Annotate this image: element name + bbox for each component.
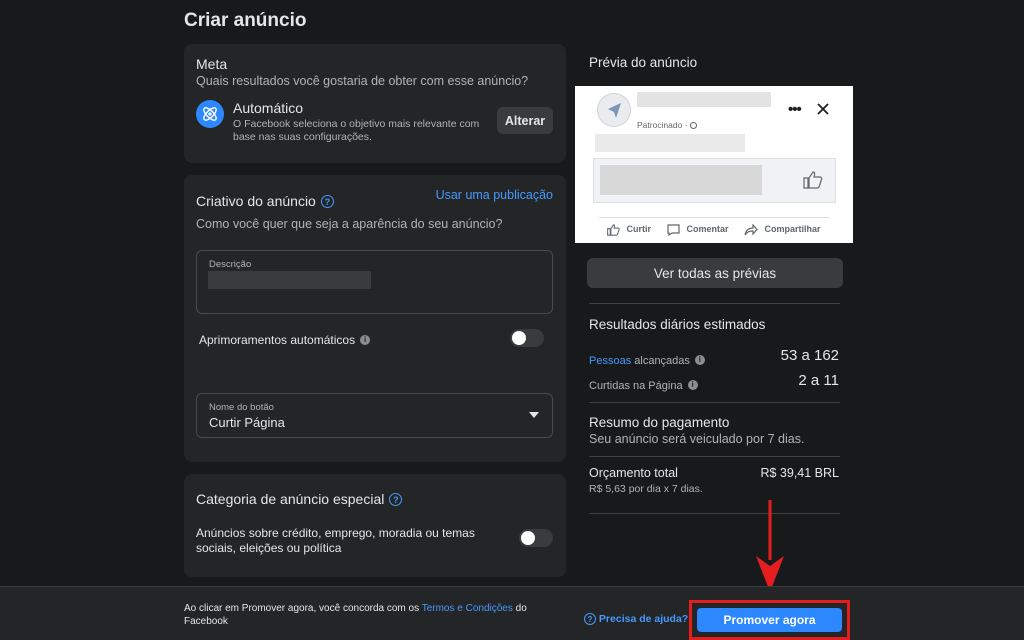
button-name-label: Nome do botão (209, 402, 274, 413)
special-category-toggle[interactable] (519, 529, 553, 547)
payment-subtitle: Seu anúncio será veiculado por 7 dias. (589, 432, 805, 446)
special-category-title: Categoria de anúncio especial (196, 491, 385, 507)
likes-row: Curtidas na Página i (589, 376, 698, 394)
ad-media (593, 158, 836, 203)
reach-value: 53 a 162 (780, 347, 839, 364)
auto-enhance-toggle[interactable] (510, 329, 544, 347)
results-title: Resultados diários estimados (589, 317, 766, 332)
preview-like-action[interactable]: Curtir (607, 224, 651, 236)
description-label: Descrição (209, 259, 252, 270)
meta-question: Quais resultados você gostaria de obter … (196, 74, 529, 88)
annotation-arrow-icon (752, 500, 788, 596)
auto-enhance-label: Aprimoramentos automáticos (199, 333, 356, 347)
media-text-blurred (600, 165, 762, 195)
ad-preview: Patrocinado · ••• Curtir Comentar Compar… (575, 86, 853, 243)
special-category-title-row: Categoria de anúncio especial? (196, 491, 403, 509)
preview-divider (599, 217, 829, 218)
footer-bar: Ao clicar em Promover agora, você concor… (0, 586, 1024, 640)
payment-title: Resumo do pagamento (589, 415, 730, 430)
help-icon[interactable]: ? (320, 195, 334, 209)
special-category-desc-line-1: Anúncios sobre crédito, emprego, moradia… (196, 526, 475, 540)
change-objective-button[interactable]: Alterar (497, 107, 553, 134)
chevron-down-icon (529, 412, 539, 418)
creative-question: Como você quer que seja a aparência do s… (196, 217, 503, 231)
page-avatar (597, 93, 631, 127)
divider (589, 402, 840, 403)
atom-icon (196, 100, 224, 128)
page-name-blurred (637, 92, 771, 107)
terms-link[interactable]: Termos e Condições (422, 603, 513, 614)
globe-icon (689, 122, 697, 130)
info-icon[interactable]: i (687, 379, 698, 390)
special-category-desc-line-2: sociais, eleições ou política (196, 541, 342, 555)
use-post-link[interactable]: Usar uma publicação (436, 188, 553, 202)
budget-value: R$ 39,41 BRL (760, 466, 839, 480)
help-icon[interactable]: ? (389, 493, 403, 507)
reach-label: alcançadas (631, 355, 690, 367)
promote-now-button[interactable]: Promover agora (697, 608, 842, 632)
budget-detail: R$ 5,63 por dia x 7 dias. (589, 483, 703, 495)
close-icon[interactable] (816, 102, 830, 121)
auto-enhance-row: Aprimoramentos automáticos i (199, 331, 371, 349)
reach-row: Pessoas alcançadas i (589, 351, 705, 369)
preview-title: Prévia do anúncio (589, 55, 698, 70)
help-icon: ? (584, 613, 596, 626)
creative-title-row: Criativo do anúncio? (196, 193, 334, 211)
button-name-select[interactable]: Nome do botão Curtir Página (196, 393, 553, 438)
sponsored-label: Patrocinado · (637, 120, 697, 130)
objective-title: Automático (233, 100, 304, 116)
description-text-blurred (208, 271, 371, 289)
divider (589, 303, 840, 304)
objective-description-line-1: O Facebook seleciona o objetivo mais rel… (233, 118, 480, 130)
special-category-card: Categoria de anúncio especial? Anúncios … (184, 474, 566, 577)
divider (589, 456, 840, 457)
terms-text: Ao clicar em Promover agora, você concor… (184, 603, 527, 627)
thumbs-up-icon (803, 171, 823, 194)
likes-value: 2 a 11 (798, 372, 839, 389)
budget-label: Orçamento total (589, 466, 678, 480)
more-options-icon[interactable]: ••• (788, 101, 802, 118)
preview-share-action[interactable]: Compartilhar (744, 223, 821, 236)
post-text-blurred (595, 134, 745, 152)
meta-title: Meta (196, 56, 228, 72)
creative-title: Criativo do anúncio (196, 193, 316, 209)
description-field[interactable]: Descrição (196, 250, 553, 314)
people-link[interactable]: Pessoas (589, 355, 631, 367)
see-all-previews-button[interactable]: Ver todas as prévias (587, 258, 843, 288)
meta-card: Meta Quais resultados você gostaria de o… (184, 44, 566, 163)
objective-description-line-2: base nas suas configurações. (233, 131, 372, 143)
help-link[interactable]: ? Precisa de ajuda? (584, 613, 688, 626)
divider (589, 513, 840, 514)
creative-card: Criativo do anúncio? Usar uma publicação… (184, 175, 566, 462)
promote-highlight-box: Promover agora (689, 600, 850, 640)
preview-comment-action[interactable]: Comentar (667, 224, 729, 237)
likes-label: Curtidas na Página (589, 380, 683, 392)
info-icon[interactable]: i (694, 354, 705, 365)
button-name-value: Curtir Página (209, 415, 285, 430)
page-title: Criar anúncio (184, 10, 307, 31)
info-icon[interactable]: i (360, 334, 371, 345)
